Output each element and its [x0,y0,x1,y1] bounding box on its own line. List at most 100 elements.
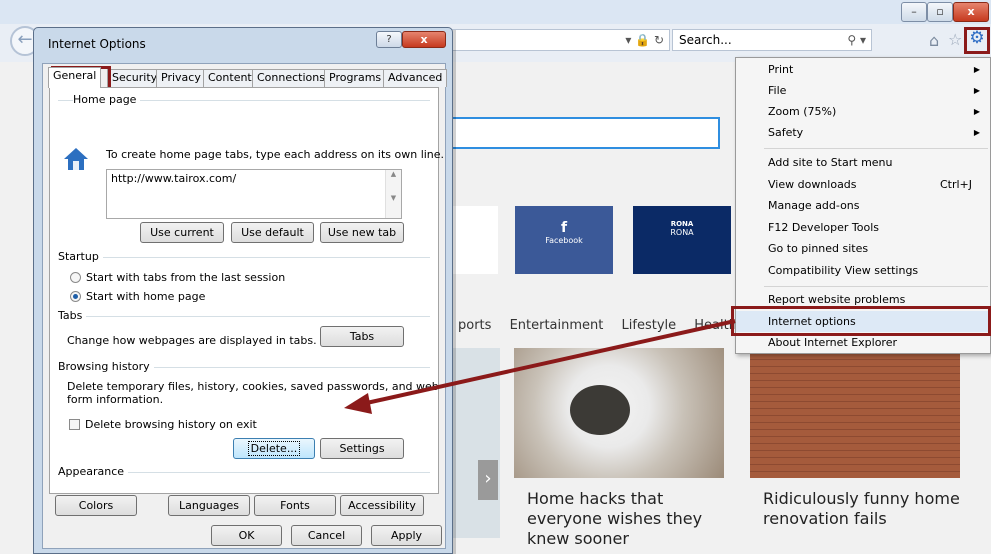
languages-button[interactable]: Languages [168,495,250,516]
radio-home-page-label[interactable]: Start with home page [86,290,205,303]
card-image-detail [570,385,630,435]
search-icon[interactable]: ⚲ ▾ [847,33,866,47]
tab-advanced[interactable]: Advanced [383,69,448,87]
menu-item-label: Print [768,63,794,76]
tile-title: f [560,220,568,236]
home-page-textarea[interactable]: http://www.tairox.com/ ▲ ▼ [106,169,402,219]
general-tab-panel: Home page To create home page tabs, type… [49,87,444,494]
tab-programs[interactable]: Programs [324,69,387,87]
radio-last-session-label[interactable]: Start with tabs from the last session [86,271,285,284]
home-page-url: http://www.tairox.com/ [111,172,237,185]
delete-history-button[interactable]: Delete... [233,438,315,459]
home-icon[interactable]: ⌂ [929,31,939,50]
group-title-tabs: Tabs [58,309,87,322]
menu-item-compat-view[interactable]: Compatibility View settings [736,260,990,281]
category-link[interactable]: Entertainment [510,318,604,333]
menu-item-file[interactable]: File ▶ [736,80,990,101]
menu-item-print[interactable]: Print ▶ [736,59,990,80]
home-page-house-icon [64,148,88,170]
radio-home-page[interactable] [70,291,81,302]
textarea-scrollbar[interactable]: ▲ ▼ [385,170,401,218]
fonts-button[interactable]: Fonts [254,495,336,516]
use-current-button[interactable]: Use current [140,222,224,243]
tab-connections[interactable]: Connections [252,69,330,87]
tab-general[interactable]: General [48,67,102,88]
use-new-tab-button[interactable]: Use new tab [320,222,404,243]
close-button[interactable]: x [953,2,989,22]
submenu-arrow-icon: ▶ [973,86,980,95]
menu-shortcut: Ctrl+J [939,178,972,191]
colors-button[interactable]: Colors [55,495,137,516]
radio-last-session[interactable] [70,272,81,283]
category-link[interactable]: ports [458,318,491,333]
card-headline[interactable]: Home hacks that everyone wishes they kne… [527,489,737,549]
category-nav: ports Entertainment Lifestyle Health [458,318,751,333]
address-bar[interactable]: ▾ 🔒 ↻ [430,29,670,51]
ok-button[interactable]: OK [211,525,282,546]
address-controls[interactable]: ▾ 🔒 ↻ [625,33,664,47]
tab-content[interactable]: Content [203,69,257,87]
menu-item-label: Report website problems [768,293,906,306]
dialog-close-button[interactable]: x [402,31,446,48]
tile-label: Facebook [545,236,583,245]
tile-rona[interactable]: RONA RONA [633,206,731,274]
cancel-button[interactable]: Cancel [291,525,362,546]
tile-facebook[interactable]: f Facebook [515,206,613,274]
menu-item-label: Compatibility View settings [768,264,919,277]
card-image[interactable] [750,348,960,478]
gear-highlight-box [964,27,990,54]
tabs-settings-button[interactable]: Tabs [320,326,404,347]
tab-security[interactable]: Security [107,69,163,87]
maximize-button[interactable]: ▫ [927,2,953,22]
group-title-home-page: Home page [73,93,141,106]
category-link[interactable]: Lifestyle [622,318,677,333]
menu-item-label: Zoom (75%) [768,105,837,118]
menu-item-f12-tools[interactable]: F12 Developer Tools [736,217,990,238]
menu-item-zoom[interactable]: Zoom (75%) ▶ [736,101,990,122]
menu-item-label: Safety [768,126,804,139]
tab-privacy[interactable]: Privacy [156,69,206,87]
menu-item-label: Add site to Start menu [768,156,893,169]
home-page-instruction: To create home page tabs, type each addr… [106,148,445,161]
apply-button[interactable]: Apply [371,525,442,546]
menu-separator [764,286,988,287]
card-headline[interactable]: Ridiculously funny home renovation fails [763,489,973,529]
internet-options-highlight-box [731,306,991,336]
search-input[interactable]: Search... ⚲ ▾ [672,29,872,51]
carousel-next-icon[interactable]: › [478,460,498,500]
menu-item-add-to-start[interactable]: Add site to Start menu [736,152,990,173]
delete-on-exit-checkbox[interactable] [69,419,80,430]
menu-item-pinned-sites[interactable]: Go to pinned sites [736,238,990,259]
submenu-arrow-icon: ▶ [973,128,980,137]
page-search-bar[interactable] [440,117,720,149]
menu-separator [764,148,988,149]
group-title-browsing-history: Browsing history [58,360,154,373]
browsing-history-description-cont: form information. [67,393,164,406]
menu-item-view-downloads[interactable]: View downloads Ctrl+J [736,174,990,195]
dialog-title: Internet Options [48,37,146,51]
accessibility-button[interactable]: Accessibility [340,495,424,516]
menu-item-label: Manage add-ons [768,199,860,212]
browser-title-strip [0,0,991,24]
favorites-star-icon[interactable]: ☆ [948,30,962,49]
menu-item-safety[interactable]: Safety ▶ [736,122,990,143]
menu-item-label: File [768,84,787,97]
minimize-button[interactable]: – [901,2,927,22]
group-title-startup: Startup [58,250,103,263]
dialog-body: General Security Privacy Content Connect… [42,63,448,549]
menu-item-manage-addons[interactable]: Manage add-ons [736,195,990,216]
help-button[interactable]: ? [376,31,402,48]
tabs-description: Change how webpages are displayed in tab… [67,334,317,347]
submenu-arrow-icon: ▶ [973,65,980,74]
group-divider [58,257,430,258]
delete-history-label: Delete... [247,441,301,456]
menu-item-label: About Internet Explorer [768,336,897,349]
group-divider [58,316,430,317]
group-title-appearance: Appearance [58,465,129,478]
delete-on-exit-label[interactable]: Delete browsing history on exit [85,418,257,431]
tile-label: RONA [670,228,694,237]
use-default-button[interactable]: Use default [231,222,314,243]
submenu-arrow-icon: ▶ [973,107,980,116]
history-settings-button[interactable]: Settings [320,438,404,459]
menu-item-label: View downloads [768,178,857,191]
